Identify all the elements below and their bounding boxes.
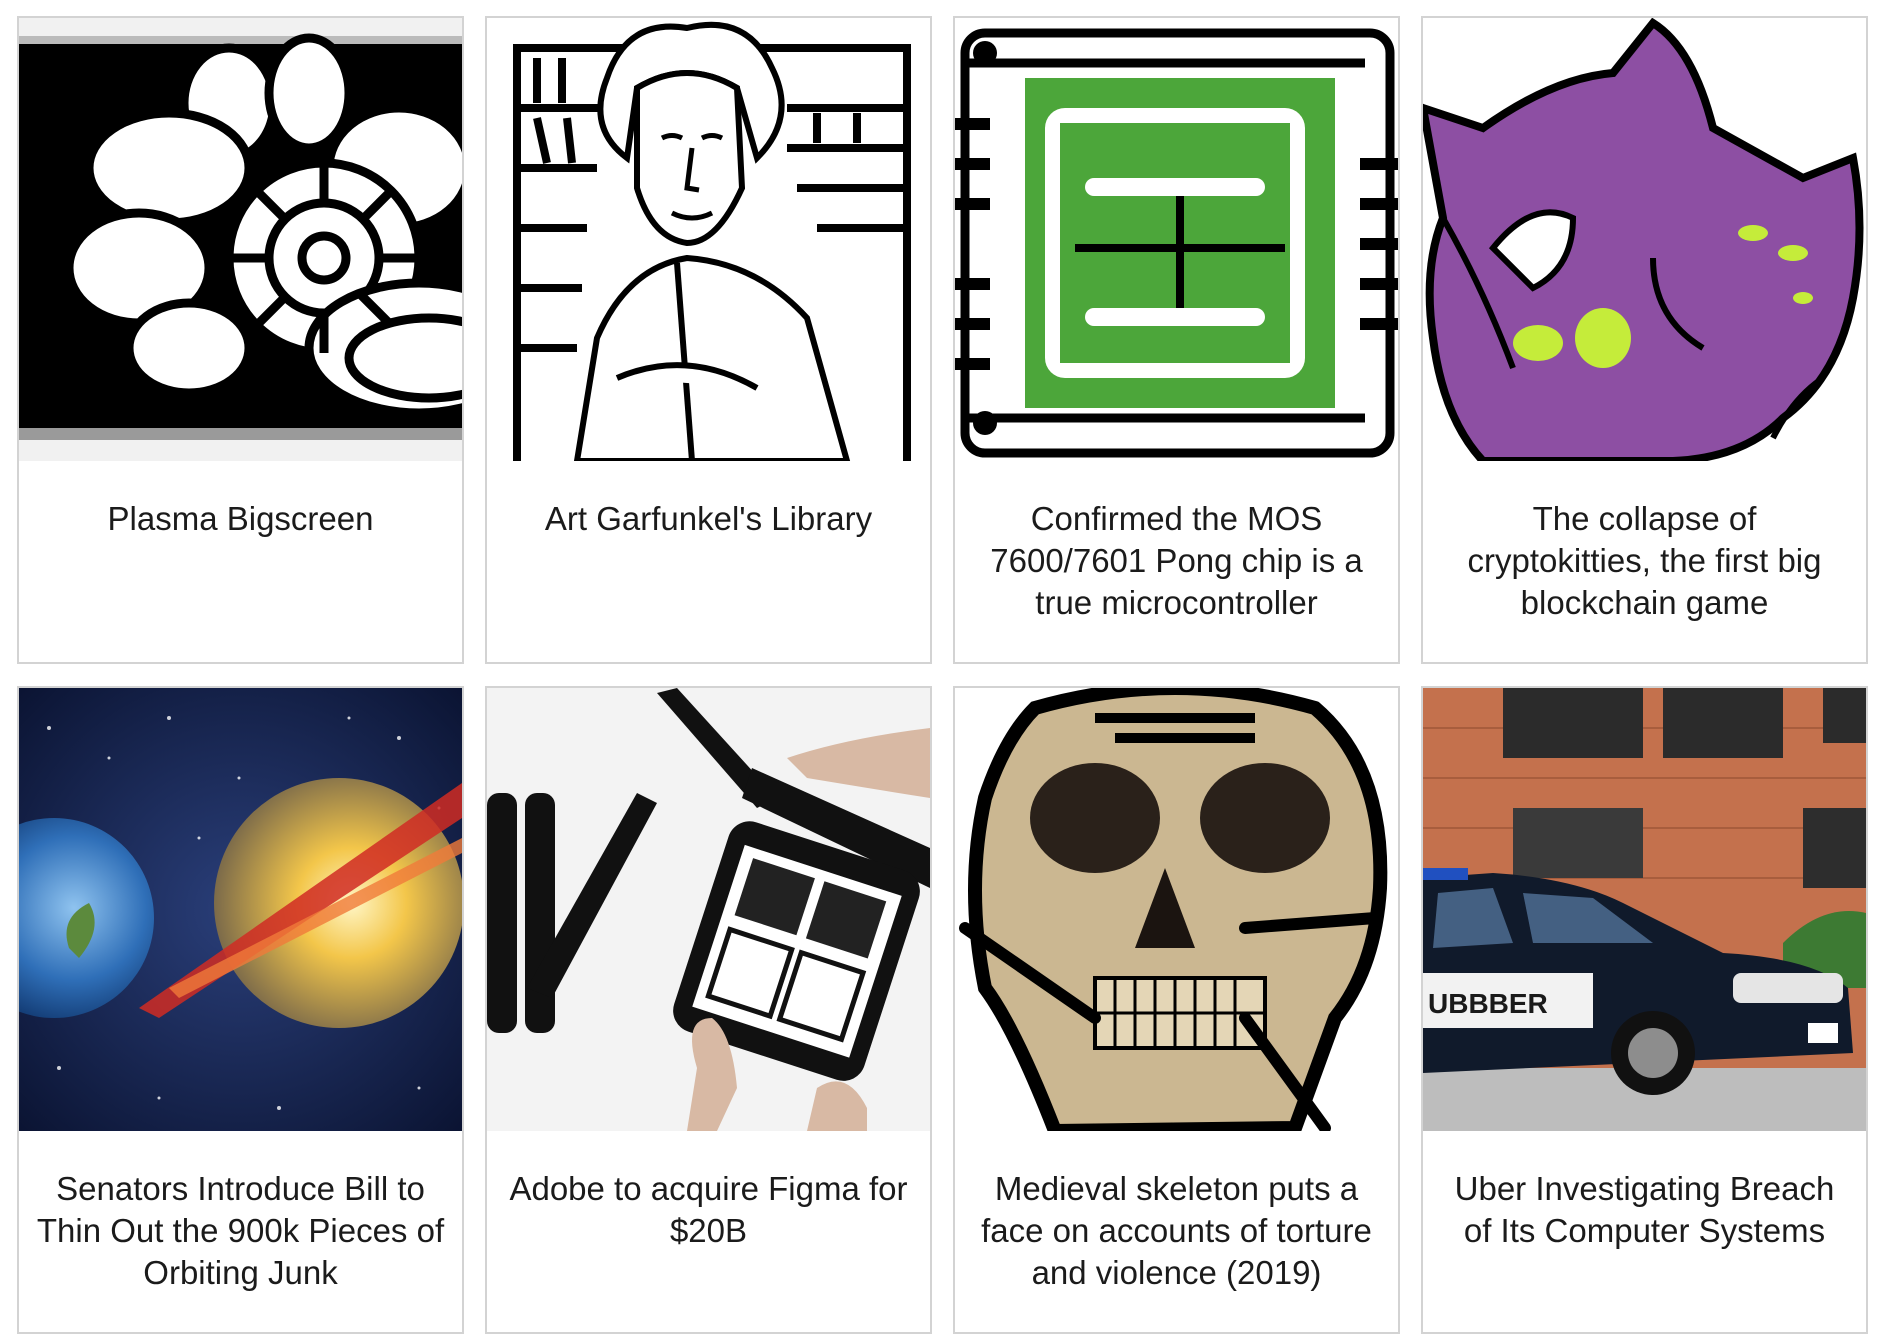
card-thumbnail-image[interactable] [19,688,462,1131]
article-card-mos-pong-chip[interactable]: Confirmed the MOS 7600/7601 Pong chip is… [953,16,1400,664]
card-title[interactable]: Uber Investigating Breach of Its Compute… [1437,1168,1852,1252]
article-card-orbiting-junk[interactable]: Senators Introduce Bill to Thin Out the … [17,686,464,1334]
card-title[interactable]: The collapse of cryptokitties, the first… [1437,498,1852,624]
card-title[interactable]: Plasma Bigscreen [33,498,448,540]
card-thumbnail-image[interactable] [1423,18,1866,461]
article-card-cryptokitties[interactable]: The collapse of cryptokitties, the first… [1421,16,1868,664]
card-thumbnail-image[interactable] [19,18,462,461]
card-title[interactable]: Confirmed the MOS 7600/7601 Pong chip is… [969,498,1384,624]
article-card-art-garfunkel-library[interactable]: Art Garfunkel's Library [485,16,932,664]
card-thumbnail-image[interactable] [955,688,1398,1131]
card-thumbnail-image[interactable]: UBBBER [1423,688,1866,1131]
card-thumbnail-image[interactable] [487,18,930,461]
card-title[interactable]: Medieval skeleton puts a face on account… [969,1168,1384,1294]
card-thumbnail-image[interactable] [955,18,1398,461]
article-card-plasma-bigscreen[interactable]: Plasma Bigscreen [17,16,464,664]
article-card-uber-breach[interactable]: UBBBER Uber Investigating Breach of Its … [1421,686,1868,1334]
article-card-adobe-figma[interactable]: Adobe to acquire Figma for $20B [485,686,932,1334]
card-title[interactable]: Adobe to acquire Figma for $20B [501,1168,916,1252]
article-card-medieval-skeleton[interactable]: Medieval skeleton puts a face on account… [953,686,1400,1334]
card-thumbnail-image[interactable] [487,688,930,1131]
card-title[interactable]: Senators Introduce Bill to Thin Out the … [33,1168,448,1294]
article-grid: Plasma Bigscreen Art Garfunkel's Library… [17,16,1868,1334]
card-title[interactable]: Art Garfunkel's Library [501,498,916,540]
uber-sign-text: UBBBER [1428,988,1548,1019]
